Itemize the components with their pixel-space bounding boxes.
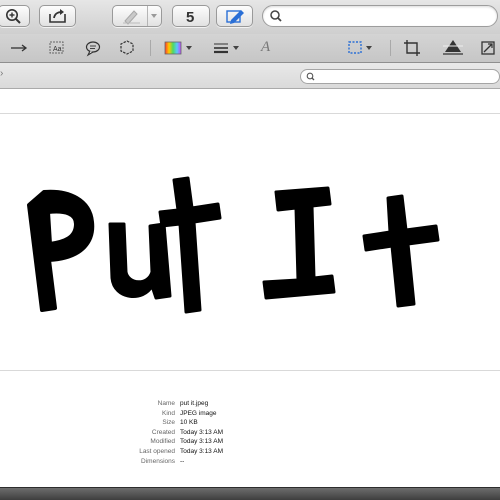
search-input[interactable] <box>287 8 487 24</box>
row-chevron-icon[interactable]: › <box>0 68 3 79</box>
info-key: Modified <box>150 438 175 446</box>
share-button[interactable] <box>39 5 76 27</box>
crop-button[interactable] <box>400 34 424 62</box>
info-value: Today 3:13 AM <box>180 447 223 455</box>
info-key: Size <box>162 419 175 427</box>
file-info-panel: Name put it.jpeg Kind JPEG image Size 10 KB… <box>100 399 360 466</box>
info-key: Last opened <box>139 447 175 455</box>
svg-text:Aa: Aa <box>53 46 62 53</box>
sidebar-search-input[interactable] <box>317 70 487 82</box>
info-row: Modified Today 3:13 AM <box>100 437 360 447</box>
toolbar-search-field[interactable] <box>262 5 498 27</box>
zoom-in-button[interactable] <box>0 5 30 27</box>
highlight-button[interactable] <box>112 5 162 27</box>
font-tool[interactable]: A <box>258 34 276 62</box>
divider <box>0 113 500 114</box>
info-row: Size 10 KB <box>100 418 360 428</box>
sidebar-search-bar: › <box>0 63 500 89</box>
markup-toolbar: Aa A <box>0 34 500 63</box>
info-row: Created Today 3:13 AM <box>100 428 360 438</box>
resize-button[interactable] <box>476 34 500 62</box>
divider <box>0 370 500 371</box>
info-value: Today 3:13 AM <box>180 438 223 446</box>
info-value: -- <box>180 457 185 465</box>
color-picker[interactable] <box>160 34 198 62</box>
main-toolbar: 5 <box>0 0 500 34</box>
info-key: Name <box>157 400 175 407</box>
font-icon: A <box>261 39 271 55</box>
sidebar-search-field[interactable] <box>300 69 500 84</box>
info-value: JPEG image <box>180 409 217 417</box>
speech-bubble-tool[interactable] <box>82 34 104 62</box>
info-row: Name put it.jpeg <box>100 399 360 409</box>
arrow-tool[interactable] <box>8 34 30 62</box>
info-key: Created <box>151 428 175 436</box>
rotate-count: 5 <box>186 9 194 26</box>
bottom-bar <box>0 487 500 500</box>
info-value: Today 3:13 AM <box>180 428 223 436</box>
info-value: 10 KB <box>180 419 198 427</box>
info-row: Kind JPEG image <box>100 409 360 419</box>
info-key: Dimensions <box>141 457 175 465</box>
info-row: Dimensions -- <box>100 457 360 467</box>
adjust-color-button[interactable] <box>440 34 466 62</box>
shape-tool[interactable] <box>116 34 138 62</box>
markup-toolbar-toggle[interactable] <box>216 5 253 27</box>
line-weight-picker[interactable] <box>210 34 244 62</box>
info-row: Last opened Today 3:13 AM <box>100 447 360 457</box>
info-key: Kind <box>161 409 175 417</box>
handwritten-put-it-image <box>27 176 440 314</box>
selection-tool[interactable] <box>344 34 378 62</box>
info-value: put it.jpeg <box>180 400 209 407</box>
rotate-button[interactable]: 5 <box>172 5 210 27</box>
document-image <box>14 160 448 320</box>
text-box-tool[interactable]: Aa <box>46 34 68 62</box>
